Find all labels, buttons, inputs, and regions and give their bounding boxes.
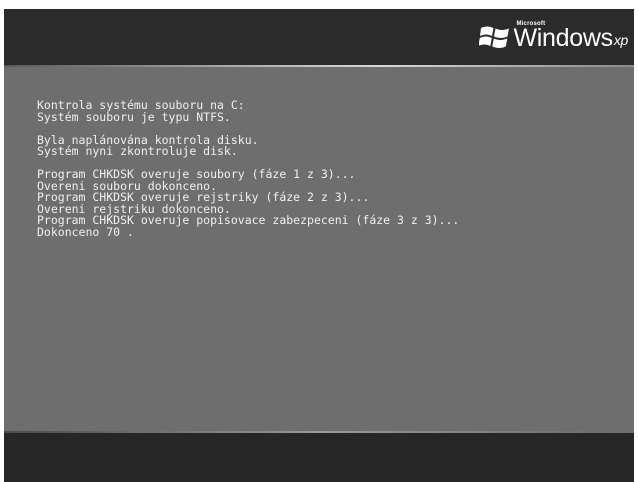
windows-wordmark: Windowsxp — [513, 23, 628, 53]
top-bar: Microsoft Windowsxp — [4, 9, 634, 65]
console-line: Dokonceno 70 . — [37, 224, 134, 239]
microsoft-wordmark: Microsoft — [516, 21, 546, 27]
console-line: Systém souboru je typu NTFS. — [37, 109, 231, 124]
xp-edition-text: xp — [613, 32, 628, 48]
windows-text: Windows — [513, 24, 613, 52]
console-line: Systém nyni zkontroluje disk. — [37, 144, 238, 158]
windows-xp-logo: Microsoft Windowsxp — [479, 19, 628, 53]
bottom-bar — [4, 433, 634, 482]
windows-flag-icon — [479, 26, 510, 48]
boot-screen: Microsoft Windowsxp Kontrola systému sou… — [4, 9, 634, 482]
chkdsk-panel: Kontrola systému souboru na C: Systém sou… — [4, 67, 634, 431]
chkdsk-console-output: Kontrola systému souboru na C: Systém sou… — [37, 99, 459, 239]
